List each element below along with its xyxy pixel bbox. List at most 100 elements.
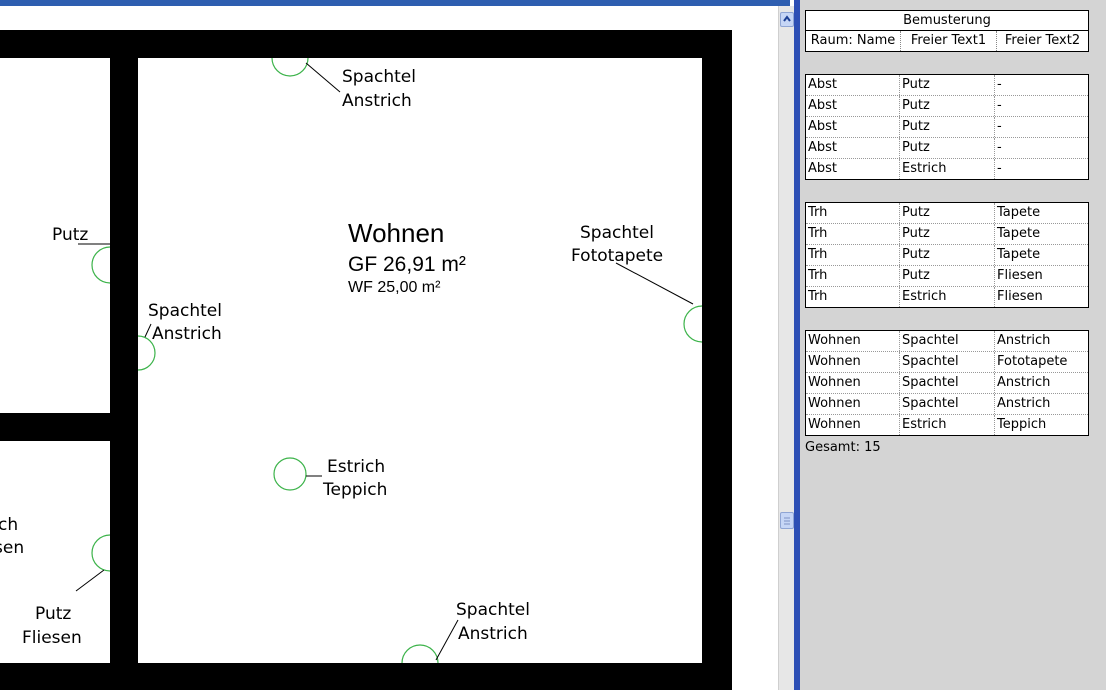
schedule-cell[interactable]: Putz [900,75,995,95]
schedule-group: Trh Putz Tapete Trh Putz Tapete Trh Putz Tapete T… [805,202,1089,308]
schedule-row[interactable]: Abst Putz - [806,117,1088,138]
wall-middle-left [0,413,138,441]
schedule-cell[interactable]: Trh [806,203,900,223]
schedule-cell[interactable]: Spachtel [900,394,995,414]
schedule-row[interactable]: Wohnen Estrich Teppich [806,415,1088,435]
room-name: Wohnen [348,218,444,248]
schedule-row[interactable]: Trh Putz Tapete [806,245,1088,266]
schedule-cell[interactable]: Teppich [995,415,1088,435]
schedule-cell[interactable]: Putz [900,203,995,223]
schedule-cell[interactable]: Wohnen [806,394,900,414]
schedule-cell[interactable]: Spachtel [900,352,995,372]
leader-top [305,62,341,93]
schedule-cell[interactable]: - [995,159,1088,179]
window-top-border [0,0,790,6]
schedule-cell[interactable]: Tapete [995,203,1088,223]
tag-marker-bottom [401,644,439,664]
tag-top-line2: Anstrich [342,91,412,111]
schedule-cell[interactable]: Anstrich [995,331,1088,351]
room-wf-area: WF 25,00 m² [348,279,441,296]
tag-marker-putz [91,246,111,284]
tag-marker-top [271,57,309,77]
schedule-cell[interactable]: Fototapete [995,352,1088,372]
schedule-row[interactable]: Abst Putz - [806,75,1088,96]
schedule-row[interactable]: Abst Putz - [806,138,1088,159]
schedule-cell[interactable]: Estrich [900,159,995,179]
schedule-cell[interactable]: Putz [900,117,995,137]
leader-left [144,323,152,338]
tag-right-line2: Fototapete [571,246,663,266]
schedule-cell[interactable]: Wohnen [806,331,900,351]
schedule-cell[interactable]: Abst [806,159,900,179]
schedule-cell[interactable]: Abst [806,117,900,137]
column-header-text2[interactable]: Freier Text2 [997,31,1088,51]
scroll-thumb[interactable] [780,512,794,529]
schedule-cell[interactable]: - [995,96,1088,116]
tag-right-line1: Spachtel [580,223,654,243]
tag-center-line1: Estrich [327,457,385,477]
tag-putz-text: Putz [52,225,88,245]
schedule-cell[interactable]: - [995,75,1088,95]
column-header-name[interactable]: Raum: Name [806,31,901,51]
schedule-cell[interactable]: - [995,117,1088,137]
schedule-cell[interactable]: Wohnen [806,373,900,393]
schedule-panel[interactable]: Bemusterung Raum: Name Freier Text1 Frei… [800,0,1106,690]
schedule-row[interactable]: Trh Putz Tapete [806,203,1088,224]
schedule-cell[interactable]: Putz [900,138,995,158]
leader-lowerleft [75,569,105,592]
tag-bottom-line1: Spachtel [456,600,530,620]
tag-left-line2: Anstrich [152,324,222,344]
schedule-row[interactable]: Abst Putz - [806,96,1088,117]
schedule-cell[interactable]: Putz [900,266,995,286]
schedule-cell[interactable]: Trh [806,266,900,286]
tag-top-line1: Spachtel [342,67,416,87]
schedule-row[interactable]: Abst Estrich - [806,159,1088,179]
column-header-text1[interactable]: Freier Text1 [901,31,997,51]
schedule-cell[interactable]: Trh [806,245,900,265]
tag-marker-right [683,305,703,343]
schedule-row[interactable]: Trh Putz Tapete [806,224,1088,245]
tag-marker-center [273,457,307,491]
schedule-cell[interactable]: Estrich [900,415,995,435]
schedule-cell[interactable]: Tapete [995,245,1088,265]
wall-right [702,30,732,692]
schedule-row[interactable]: Wohnen Spachtel Anstrich [806,394,1088,415]
plan-view[interactable]: Wohnen GF 26,91 m² WF 25,00 m² Spachtel … [0,0,778,692]
schedule-row[interactable]: Wohnen Spachtel Anstrich [806,373,1088,394]
vertical-scrollbar[interactable] [778,6,795,690]
schedule-cell[interactable]: Abst [806,138,900,158]
schedule-cell[interactable]: Anstrich [995,373,1088,393]
floor-plan-canvas[interactable]: Wohnen GF 26,91 m² WF 25,00 m² Spachtel … [0,0,778,692]
schedule-header: Raum: Name Freier Text1 Freier Text2 [805,31,1089,52]
schedule-cell[interactable]: Abst [806,75,900,95]
schedule-cell[interactable]: Abst [806,96,900,116]
schedule-cell[interactable]: Tapete [995,224,1088,244]
schedule-row[interactable]: Wohnen Spachtel Anstrich [806,331,1088,352]
schedule-row[interactable]: Trh Estrich Fliesen [806,287,1088,307]
schedule-cell[interactable]: Fliesen [995,287,1088,307]
schedule-cell[interactable]: Wohnen [806,415,900,435]
schedule-group: Wohnen Spachtel Anstrich Wohnen Spachtel Foto… [805,330,1089,436]
tag-lowerleft-line1: Putz [35,604,71,624]
schedule-cell[interactable]: Trh [806,224,900,244]
schedule-cell[interactable]: - [995,138,1088,158]
schedule-cell[interactable]: Spachtel [900,373,995,393]
schedule-cell[interactable]: Fliesen [995,266,1088,286]
tag-center-line2: Teppich [322,480,387,500]
tag-marker-lowerleft [91,534,111,572]
tag-left-line1: Spachtel [148,301,222,321]
schedule-cell[interactable]: Anstrich [995,394,1088,414]
schedule-cell[interactable]: Putz [900,96,995,116]
schedule-cell[interactable]: Putz [900,245,995,265]
scroll-up-button[interactable] [780,12,794,27]
chevron-up-icon [783,15,791,22]
schedule-cell[interactable]: Trh [806,287,900,307]
schedule-cell[interactable]: Wohnen [806,352,900,372]
schedule-cell[interactable]: Spachtel [900,331,995,351]
schedule-total: Gesamt: 15 [805,440,881,455]
schedule-cell[interactable]: Estrich [900,287,995,307]
schedule-cell[interactable]: Putz [900,224,995,244]
schedule-row[interactable]: Trh Putz Fliesen [806,266,1088,287]
room-gf-area: GF 26,91 m² [348,253,466,276]
schedule-row[interactable]: Wohnen Spachtel Fototapete [806,352,1088,373]
